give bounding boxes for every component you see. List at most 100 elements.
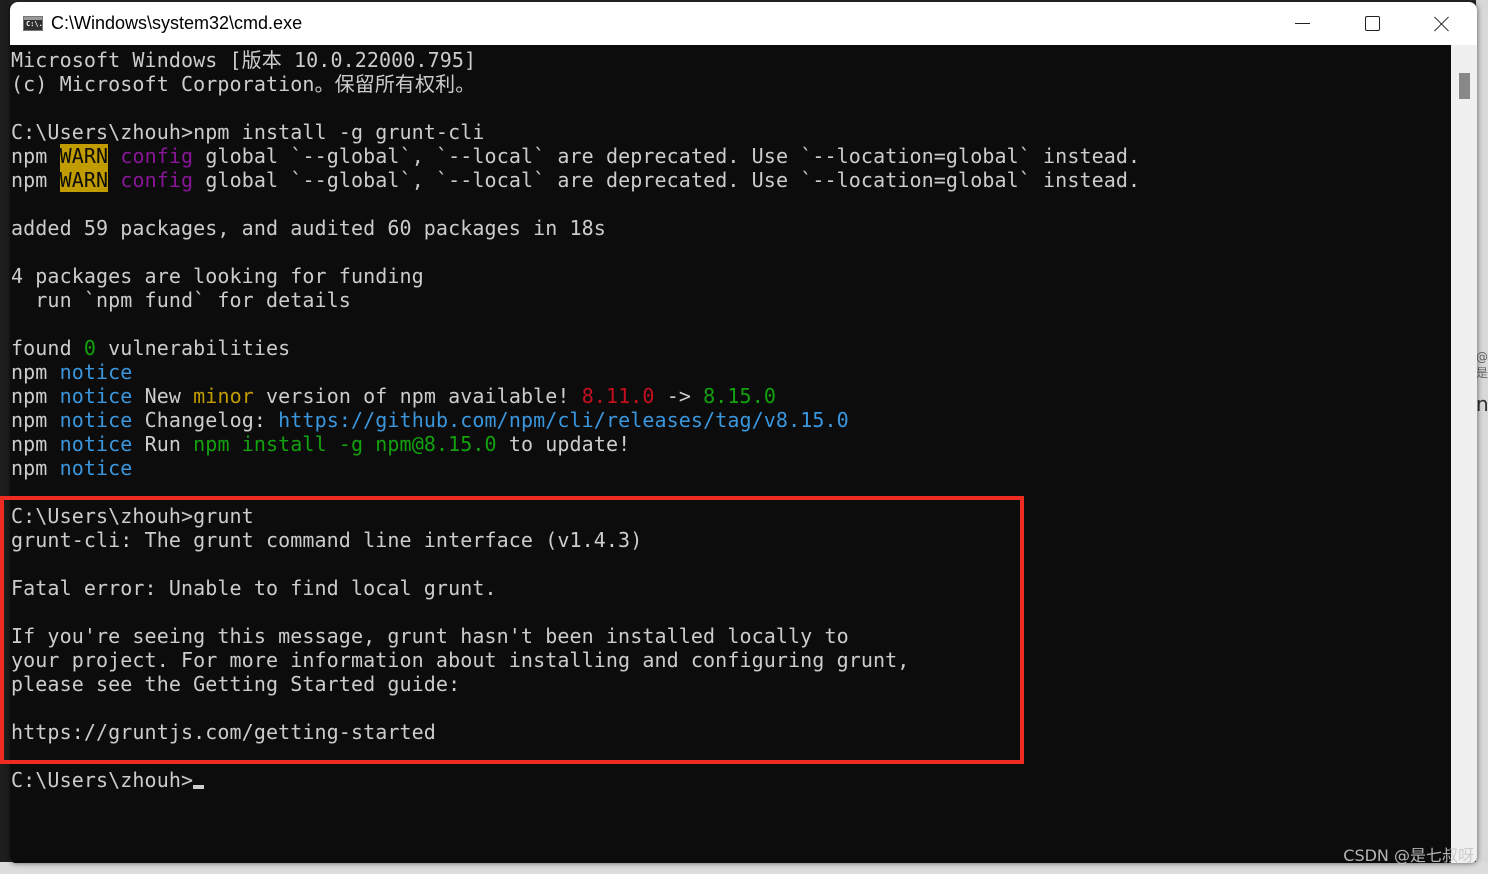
console-text-green: 0: [83, 336, 97, 360]
console-text: Microsoft Windows [版本 10.0.22000.795]: [11, 48, 477, 72]
cmd-window: C:\. C:\Windows\system32\cmd.exe Microso…: [10, 2, 1477, 863]
window-controls: [1267, 2, 1477, 45]
console-text: your project. For more information about…: [11, 648, 910, 672]
console-text-cyan: notice: [59, 408, 133, 432]
console-text: If you're seeing this message, grunt has…: [11, 624, 849, 648]
console-line: found 0 vulnerabilities: [10, 336, 1451, 360]
console-text: run `npm fund` for details: [11, 288, 351, 312]
console-text-cyan: notice: [59, 432, 133, 456]
title-bar[interactable]: C:\. C:\Windows\system32\cmd.exe: [10, 2, 1477, 45]
console-text-green: npm install -g npm@8.15.0: [193, 432, 497, 456]
console-line: https://gruntjs.com/getting-started: [10, 720, 1451, 744]
console-text-warn: WARN: [59, 144, 109, 168]
console-text: npm: [11, 360, 60, 384]
console-line: 4 packages are looking for funding: [10, 264, 1451, 288]
console-text: 4 packages are looking for funding: [11, 264, 424, 288]
desktop-background-left: [0, 0, 10, 874]
console-text: Changelog:: [132, 408, 279, 432]
console-text: ->: [654, 384, 704, 408]
console-line: npm WARN config global `--global`, `--lo…: [10, 144, 1451, 168]
console-line: If you're seeing this message, grunt has…: [10, 624, 1451, 648]
close-button[interactable]: [1407, 2, 1477, 45]
console-text: npm: [11, 408, 60, 432]
maximize-icon: [1364, 16, 1380, 31]
console-text-magenta: config: [120, 168, 194, 192]
console-text: found: [11, 336, 84, 360]
console-text: global `--global`, `--local` are depreca…: [193, 168, 1141, 192]
console-line: npm notice New minor version of npm avai…: [10, 384, 1451, 408]
console-text: npm: [11, 168, 60, 192]
close-icon: [1434, 16, 1450, 32]
console-line: npm notice Run npm install -g npm@8.15.0…: [10, 432, 1451, 456]
console-line: Fatal error: Unable to find local grunt.: [10, 576, 1451, 600]
console-text: npm: [11, 432, 60, 456]
console-text: C:\Users\zhouh>npm install -g grunt-cli: [11, 120, 485, 144]
window-title: C:\Windows\system32\cmd.exe: [51, 13, 303, 33]
console-text-warn: WARN: [59, 168, 109, 192]
background-window-right: @是 n: [1476, 0, 1488, 874]
console-line: npm notice: [10, 360, 1451, 384]
console-text-cyan: notice: [59, 456, 133, 480]
console-text: version of npm available!: [253, 384, 582, 408]
console-text: global `--global`, `--local` are depreca…: [193, 144, 1141, 168]
console-line: Microsoft Windows [版本 10.0.22000.795]: [10, 48, 1451, 72]
background-text-fragment: @是: [1476, 350, 1488, 380]
vertical-scrollbar[interactable]: [1451, 45, 1477, 863]
console-text: C:\Users\zhouh>grunt: [11, 504, 254, 528]
console-text: (c) Microsoft Corporation。保留所有权利。: [11, 72, 476, 96]
cmd-icon: C:\.: [23, 16, 43, 31]
console-line: C:\Users\zhouh>grunt: [10, 504, 1451, 528]
console-text: added 59 packages, and audited 60 packag…: [11, 216, 606, 240]
console-line: (c) Microsoft Corporation。保留所有权利。: [10, 72, 1451, 96]
console-text: C:\Users\zhouh>: [11, 768, 194, 792]
console-text: npm: [11, 384, 60, 408]
console-text: npm: [11, 456, 60, 480]
console-text-yellow: minor: [193, 384, 254, 408]
console-line: npm notice: [10, 456, 1451, 480]
text-cursor: [193, 785, 205, 789]
console-text: please see the Getting Started guide:: [11, 672, 461, 696]
console-text: grunt-cli: The grunt command line interf…: [11, 528, 643, 552]
console-line: npm WARN config global `--global`, `--lo…: [10, 168, 1451, 192]
console-text: https://gruntjs.com/getting-started: [11, 720, 436, 744]
minimize-icon: [1294, 23, 1310, 24]
console-text: New: [132, 384, 194, 408]
minimize-button[interactable]: [1267, 2, 1337, 45]
console-output[interactable]: Microsoft Windows [版本 10.0.22000.795] (c)…: [10, 45, 1451, 863]
console-text-green: 8.15.0: [703, 384, 776, 408]
console-line: run `npm fund` for details: [10, 288, 1451, 312]
console-text: Run: [132, 432, 194, 456]
console-line: grunt-cli: The grunt command line interf…: [10, 528, 1451, 552]
console-text: vulnerabilities: [96, 336, 291, 360]
console-line: added 59 packages, and audited 60 packag…: [10, 216, 1451, 240]
console-text-red: 8.11.0: [581, 384, 655, 408]
scrollbar-thumb[interactable]: [1459, 73, 1470, 99]
console-line: C:\Users\zhouh>: [10, 768, 1451, 792]
background-text-fragment: n: [1476, 392, 1488, 416]
console-text: to update!: [496, 432, 631, 456]
console-text: Fatal error: Unable to find local grunt.: [11, 576, 497, 600]
console-line: C:\Users\zhouh>npm install -g grunt-cli: [10, 120, 1451, 144]
console-line: npm notice Changelog: https://github.com…: [10, 408, 1451, 432]
console-text: npm: [11, 144, 60, 168]
watermark: CSDN @是七叔呀: [1343, 846, 1474, 865]
console-text-cyan: notice: [59, 360, 133, 384]
console-text-magenta: config: [120, 144, 194, 168]
console-text-cyan: https://github.com/npm/cli/releases/tag/…: [278, 408, 849, 432]
console-line: your project. For more information about…: [10, 648, 1451, 672]
console-text-cyan: notice: [59, 384, 133, 408]
desktop-background-bottom: [0, 862, 1488, 874]
console-line: please see the Getting Started guide:: [10, 672, 1451, 696]
maximize-button[interactable]: [1337, 2, 1407, 45]
